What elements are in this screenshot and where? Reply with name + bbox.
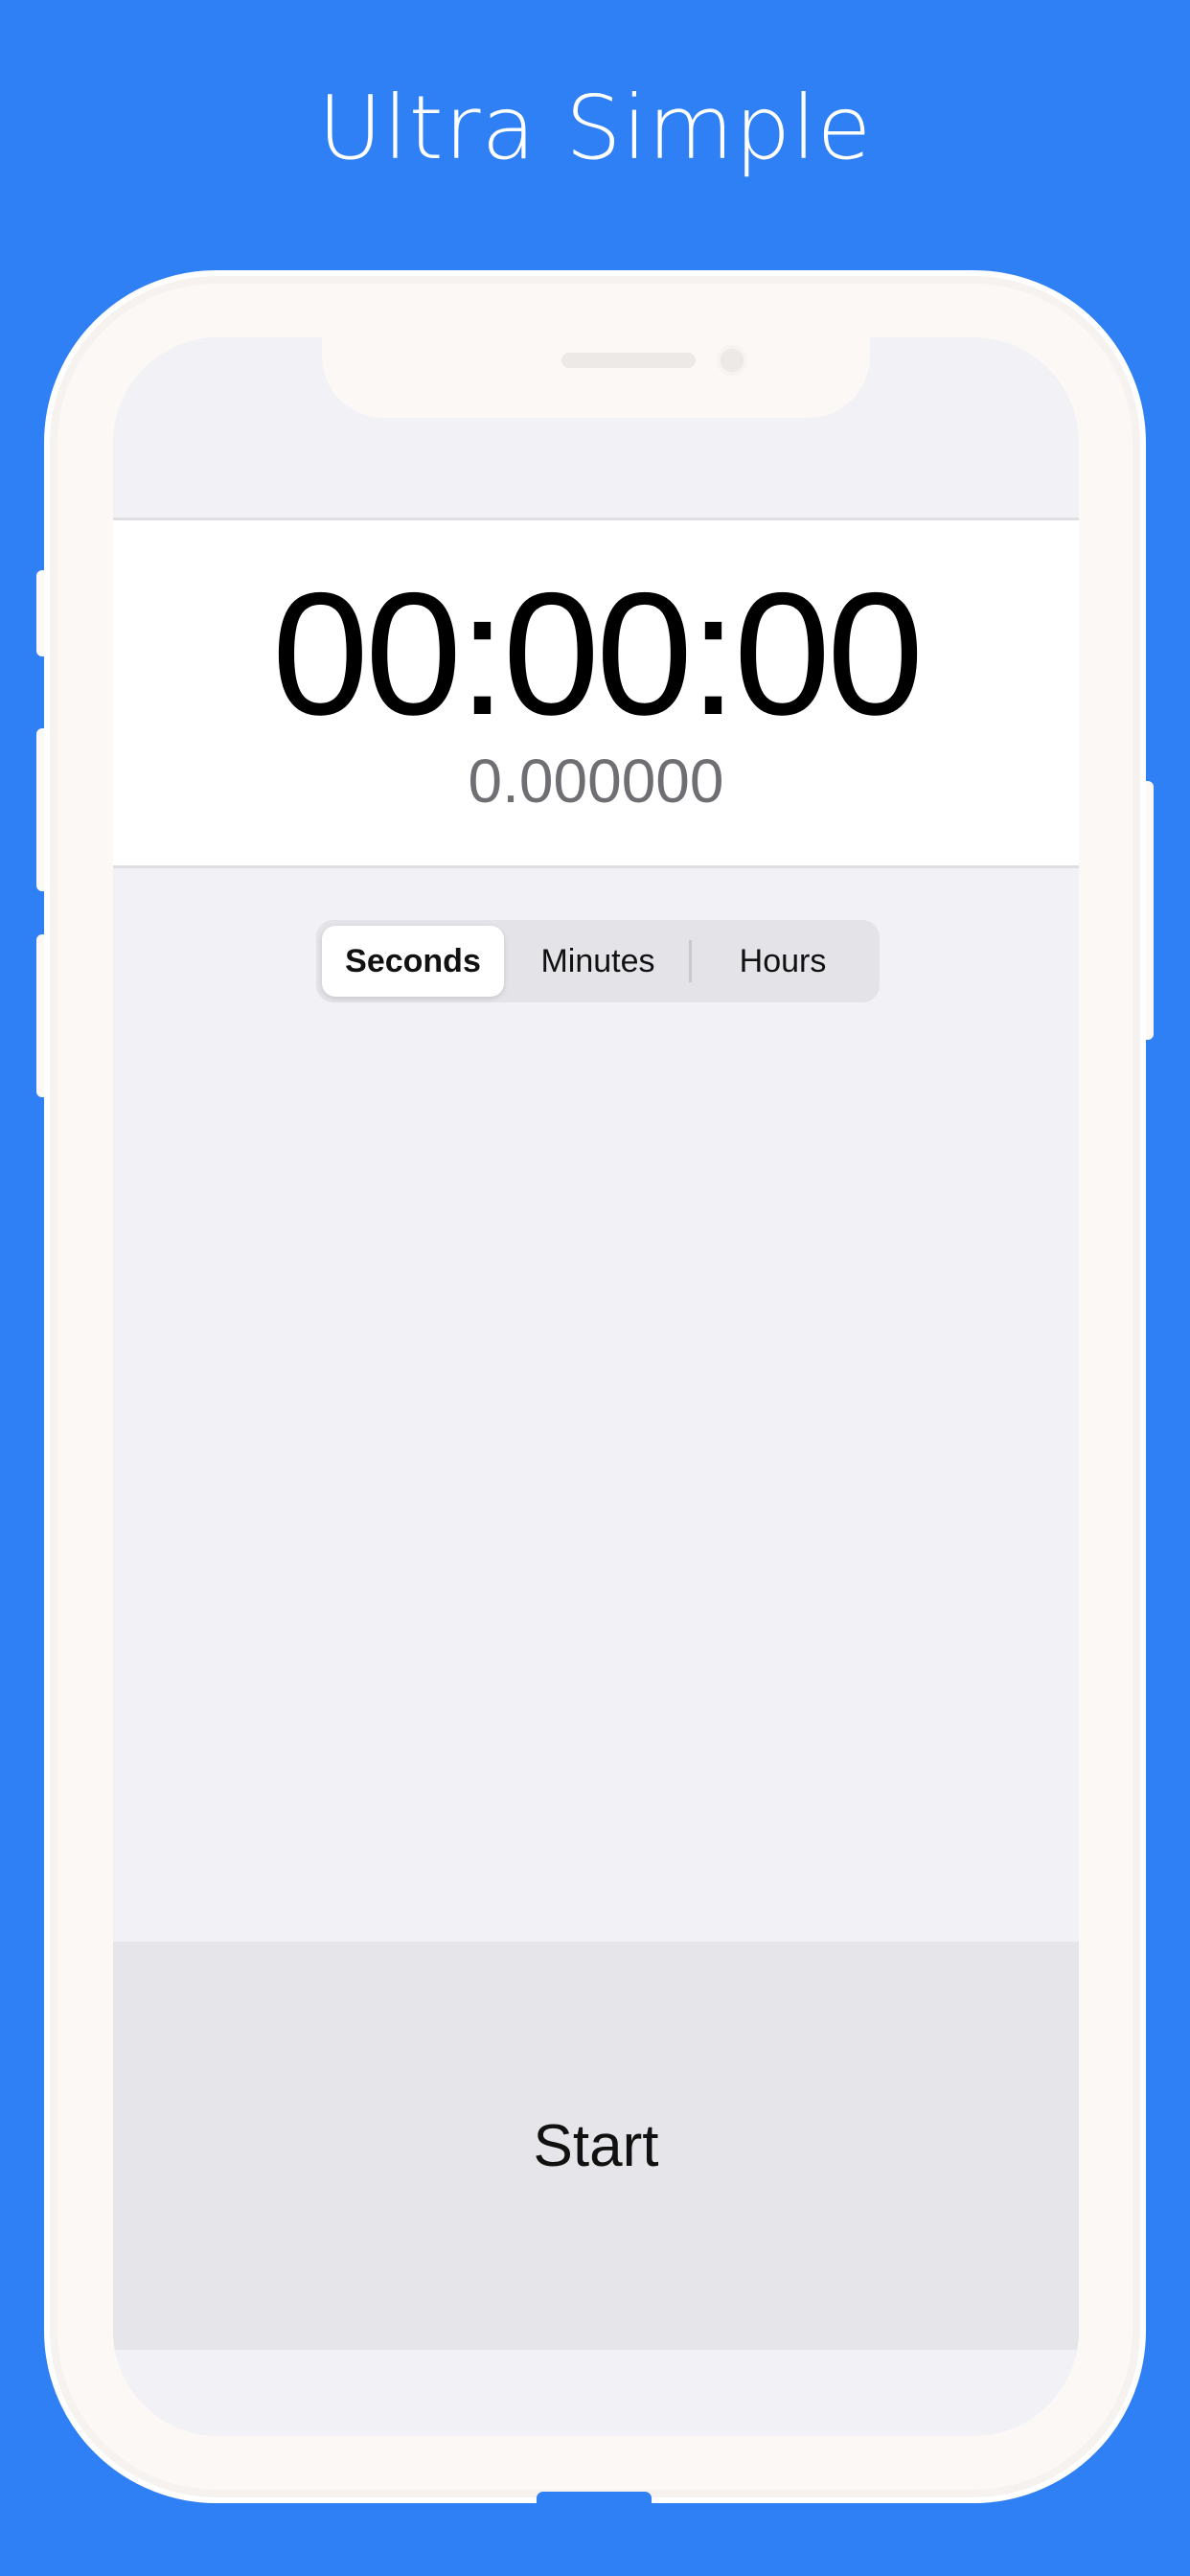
timer-decimal-readout: 0.000000: [468, 747, 724, 816]
segment-minutes[interactable]: Minutes: [507, 926, 689, 997]
timer-readout: 00:00:00: [271, 556, 924, 751]
phone-bottom-notch: [537, 2492, 652, 2505]
segment-hours[interactable]: Hours: [692, 926, 874, 997]
timer-display-card: 00:00:00 0.000000: [113, 518, 1079, 868]
phone-notch: [322, 337, 870, 418]
front-camera-icon: [717, 345, 747, 376]
unit-segmented-control: Seconds Minutes Hours: [316, 920, 880, 1002]
promo-headline: Ultra Simple: [317, 77, 873, 179]
start-button[interactable]: Start: [113, 1942, 1079, 2350]
app-screen: 00:00:00 0.000000 Seconds Minutes Hours …: [113, 337, 1079, 2436]
segment-seconds[interactable]: Seconds: [322, 926, 504, 997]
speaker-grille: [561, 353, 696, 368]
start-button-label: Start: [533, 2112, 659, 2179]
